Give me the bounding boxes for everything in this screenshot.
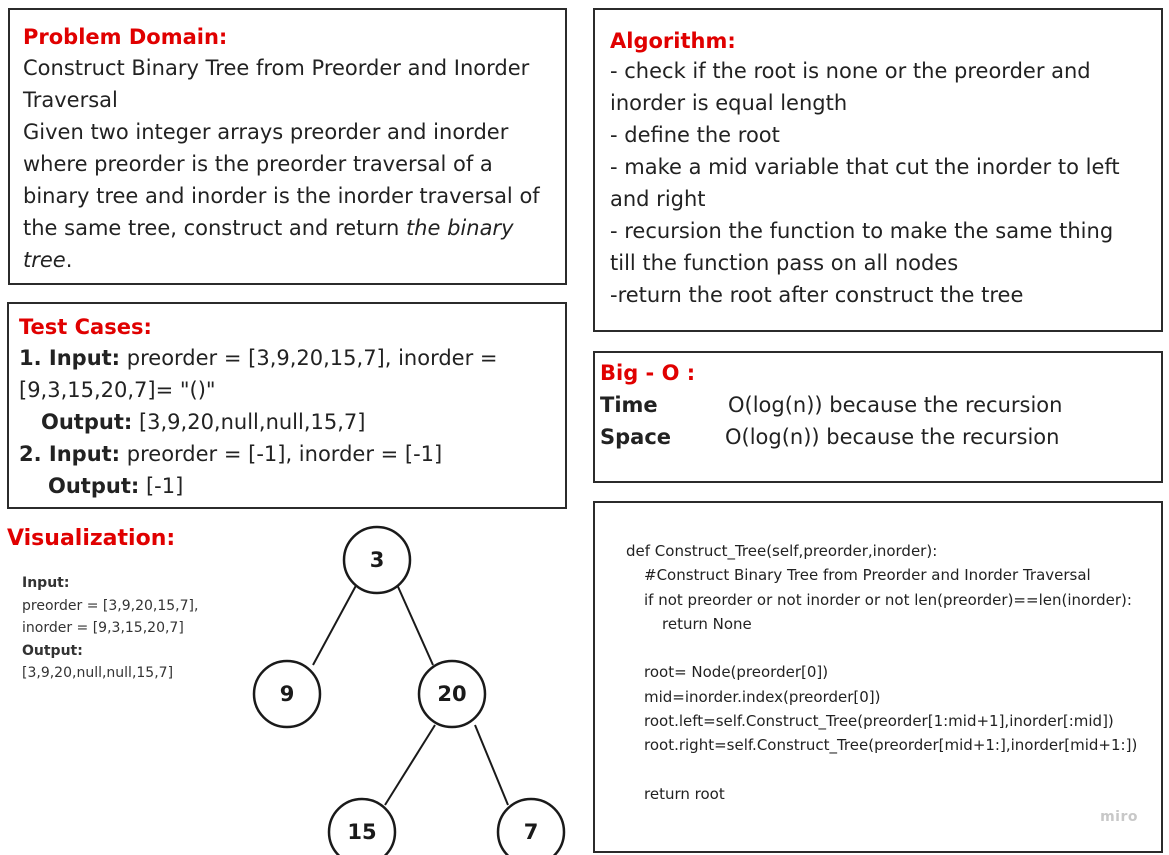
- test-case-2: 2. Input: preorder = [-1], inorder = [-1…: [19, 438, 555, 502]
- tree-node-left: 9: [252, 659, 322, 729]
- algorithm-line: - define the root: [610, 123, 780, 147]
- visualization-heading: Visualization:: [7, 526, 176, 551]
- algorithm-line: inorder is equal length: [610, 91, 848, 115]
- code-line: return root: [644, 784, 725, 803]
- code-card: def Construct_Tree(self,preorder,inorder…: [593, 501, 1163, 853]
- code-line: root.right=self.Construct_Tree(preorder[…: [644, 736, 1138, 755]
- space-value: O(log(n)) because the recursion: [725, 425, 1060, 449]
- tree-node-right: 20: [417, 659, 487, 729]
- code-line: root= Node(preorder[0]): [644, 663, 829, 682]
- tree-edge: [394, 579, 434, 666]
- test-case-1-output-value: [3,9,20,null,null,15,7]: [132, 410, 366, 434]
- problem-desc-line-3: binary tree and inorder is the inorder t…: [23, 184, 540, 208]
- code-line: mid=inorder.index(preorder[0]): [644, 687, 881, 706]
- tree-edge: [384, 724, 436, 806]
- test-case-2-output-value: [-1]: [139, 474, 184, 498]
- problem-desc-line-2: where preorder is the preorder traversal…: [23, 152, 493, 176]
- test-case-2-input: 2. Input: preorder = [-1], inorder = [-1…: [19, 438, 555, 470]
- test-case-1-output: Output: [3,9,20,null,null,15,7]: [19, 406, 555, 438]
- algorithm-steps: - check if the root is none or the preor…: [610, 55, 1146, 311]
- algorithm-line: and right: [610, 187, 706, 211]
- code-line: #Construct Binary Tree from Preorder and…: [644, 566, 1091, 585]
- space-label: Space: [600, 425, 672, 449]
- code-line: def Construct_Tree(self,preorder,inorder…: [626, 542, 938, 560]
- miro-watermark: miro: [1100, 808, 1138, 825]
- problem-domain-heading: Problem Domain:: [23, 25, 228, 49]
- tree-node-right-right: 7: [496, 797, 566, 855]
- problem-description: Given two integer arrays preorder and in…: [23, 116, 552, 276]
- code-line: root.left=self.Construct_Tree(preorder[1…: [644, 712, 1114, 731]
- test-case-1-input: 1. Input: preorder = [3,9,20,15,7], inor…: [19, 342, 555, 374]
- big-o-card: Big - O : Time O(log(n)) because the rec…: [593, 351, 1163, 483]
- problem-desc-emphasis: the binary: [405, 216, 514, 240]
- algorithm-heading: Algorithm:: [610, 29, 736, 53]
- tree-node-right-left: 15: [327, 797, 397, 855]
- vis-input-line-2: inorder = [9,3,15,20,7]: [22, 620, 184, 636]
- problem-title-line-1: Construct Binary Tree from Preorder and …: [23, 56, 530, 80]
- problem-desc-line-4: the same tree, construct and return the …: [23, 212, 552, 244]
- algorithm-line: - check if the root is none or the preor…: [610, 59, 1091, 83]
- space-complexity-row: Space O(log(n)) because the recursion: [600, 421, 1156, 453]
- problem-title-line-2: Traversal: [23, 88, 118, 112]
- test-case-2-label: 2. Input:: [19, 442, 121, 466]
- tree-node-label: 20: [437, 682, 466, 706]
- binary-tree-diagram: 3 9 20 15 7: [252, 525, 566, 855]
- vis-input-label: Input:: [22, 575, 70, 591]
- tree-edge: [312, 579, 360, 666]
- algorithm-line: -return the root after construct the tre…: [610, 283, 1024, 307]
- time-label: Time: [600, 393, 658, 417]
- test-case-2-input-text: preorder = [-1], inorder = [-1]: [120, 442, 443, 466]
- code-line: if not preorder or not inorder or not le…: [644, 590, 1132, 609]
- algorithm-line: - make a mid variable that cut the inord…: [610, 155, 1120, 179]
- test-cases-heading: Test Cases:: [19, 315, 152, 339]
- vis-output-label: Output:: [22, 642, 83, 659]
- test-cases-card: Test Cases: 1. Input: preorder = [3,9,20…: [7, 302, 567, 509]
- tree-node-label: 3: [370, 548, 385, 572]
- time-complexity-row: Time O(log(n)) because the recursion: [600, 389, 1156, 421]
- problem-title: Construct Binary Tree from Preorder and …: [23, 52, 552, 116]
- tree-node-label: 9: [280, 682, 295, 706]
- algorithm-card: Algorithm: - check if the root is none o…: [593, 8, 1163, 332]
- problem-desc-period: .: [65, 248, 73, 272]
- problem-desc-line-5: tree.: [23, 244, 552, 276]
- tree-edge: [474, 724, 509, 806]
- time-value: O(log(n)) because the recursion: [728, 393, 1063, 417]
- test-case-1-input-text: preorder = [3,9,20,15,7], inorder =: [120, 346, 498, 370]
- tree-node-label: 7: [524, 820, 539, 844]
- algorithm-line: till the function pass on all nodes: [610, 251, 959, 275]
- problem-desc-text: the same tree, construct and return: [23, 216, 406, 240]
- code-line: return None: [662, 614, 752, 633]
- test-case-1: 1. Input: preorder = [3,9,20,15,7], inor…: [19, 342, 555, 438]
- tree-node-label: 15: [347, 820, 376, 844]
- problem-domain-card: Problem Domain: Construct Binary Tree fr…: [8, 8, 567, 285]
- test-case-1-input-cont: [9,3,15,20,7]= "()": [19, 378, 216, 402]
- vis-input-line-1: preorder = [3,9,20,15,7],: [22, 597, 199, 614]
- test-case-1-output-label: Output:: [41, 410, 133, 434]
- problem-desc-line-1: Given two integer arrays preorder and in…: [23, 120, 509, 144]
- visualization-io: Input: preorder = [3,9,20,15,7], inorder…: [22, 572, 198, 685]
- algorithm-line: - recursion the function to make the sam…: [610, 219, 1114, 243]
- problem-desc-emphasis-end: tree: [23, 248, 66, 272]
- tree-node-root: 3: [342, 525, 412, 595]
- test-case-2-output-label: Output:: [48, 474, 140, 498]
- big-o-heading: Big - O :: [600, 361, 696, 385]
- vis-output-value: [3,9,20,null,null,15,7]: [22, 665, 174, 681]
- test-case-1-label: 1. Input:: [19, 346, 121, 370]
- test-case-2-output: Output: [-1]: [19, 470, 555, 502]
